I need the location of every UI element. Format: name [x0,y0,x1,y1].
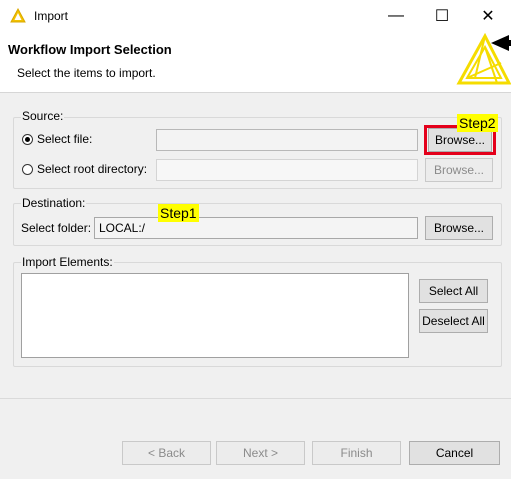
cancel-button[interactable]: Cancel [409,441,500,465]
import-elements-label: Import Elements: [21,255,114,269]
select-file-field[interactable] [156,129,418,151]
select-root-field[interactable] [156,159,418,181]
select-file-radio[interactable] [22,134,33,145]
destination-browse-button[interactable]: Browse... [425,216,493,240]
select-root-label: Select root directory: [37,162,148,176]
back-button[interactable]: < Back [122,441,211,465]
deselect-all-button[interactable]: Deselect All [419,309,488,333]
page-title: Workflow Import Selection [8,42,172,57]
window-title: Import [34,9,69,23]
destination-label: Destination: [21,196,87,210]
minimize-button[interactable]: — [373,0,419,32]
import-elements-list[interactable] [21,273,409,358]
step2-annotation: Step2 [457,114,498,132]
page-subtitle: Select the items to import. [17,66,156,80]
close-button[interactable]: ✕ [465,0,511,32]
select-folder-label: Select folder: [21,221,92,235]
source-label: Source: [21,109,65,123]
knime-warning-icon [10,8,26,23]
next-button[interactable]: Next > [216,441,305,465]
select-root-browse-button[interactable]: Browse... [425,158,493,182]
select-root-radio[interactable] [22,164,33,175]
select-all-button[interactable]: Select All [419,279,488,303]
footer-divider [0,398,511,399]
close-icon: ✕ [481,8,495,25]
knime-logo-icon [456,33,511,85]
minimize-icon: — [388,7,404,24]
maximize-button[interactable]: ☐ [419,0,465,32]
select-folder-field[interactable]: LOCAL:/ [94,217,418,239]
select-file-label: Select file: [37,132,93,146]
wizard-header: Workflow Import Selection Select the ite… [0,32,511,93]
finish-button[interactable]: Finish [312,441,401,465]
maximize-icon: ☐ [434,8,450,25]
step1-annotation: Step1 [158,204,199,222]
